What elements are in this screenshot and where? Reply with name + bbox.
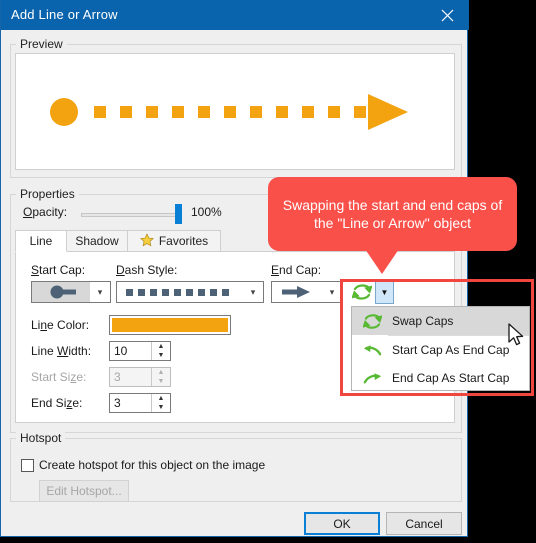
swap-caps-icon — [352, 312, 392, 331]
opacity-label: Opacity: — [23, 205, 68, 219]
preview-line-shape — [50, 94, 408, 130]
callout-tail — [365, 249, 399, 274]
create-hotspot-label[interactable]: Create hotspot for this object on the im… — [39, 458, 265, 472]
spin-down-icon: ▼ — [157, 378, 165, 385]
end-size-value[interactable]: 3 — [110, 394, 151, 412]
spin-up-icon[interactable]: ▲ — [152, 342, 170, 351]
start-cap-combo[interactable]: ▾ — [31, 281, 111, 303]
line-width-label: Line Width: — [31, 344, 92, 358]
line-width-stepper[interactable]: 10 ▲ ▼ — [109, 341, 171, 361]
create-hotspot-checkbox[interactable] — [21, 459, 34, 472]
spin-down-icon[interactable]: ▼ — [152, 403, 170, 412]
dash-style-combo[interactable]: ▾ — [116, 281, 264, 303]
start-size-value: 3 — [114, 370, 121, 384]
preview-canvas — [15, 53, 455, 170]
opacity-slider-thumb[interactable] — [175, 204, 182, 224]
end-size-spin-buttons[interactable]: ▲ ▼ — [151, 394, 170, 412]
start-size-label: Start Size: — [31, 370, 87, 384]
line-color-field[interactable] — [109, 315, 231, 335]
arrow-cap-icon — [272, 282, 322, 302]
end-cap-label: End Cap: — [271, 263, 322, 277]
close-icon[interactable] — [425, 0, 469, 30]
tab-favorites[interactable]: Favorites — [127, 230, 221, 252]
opacity-value: 100% — [191, 205, 222, 219]
end-size-label: End Size: — [31, 396, 83, 410]
swap-caps-menu[interactable]: Swap Caps Start Cap As End Cap End Cap A… — [351, 306, 530, 391]
tab-shadow-label: Shadow — [75, 234, 119, 248]
line-width-value[interactable]: 10 — [110, 342, 151, 360]
start-size-spin-buttons: ▲ ▼ — [151, 368, 170, 386]
edit-hotspot-button: Edit Hotspot... — [39, 480, 129, 502]
spin-up-icon: ▲ — [157, 369, 165, 376]
arrow-right-icon — [352, 369, 392, 388]
preview-group-label: Preview — [16, 37, 67, 51]
menu-item-end-cap-as-start-cap[interactable]: End Cap As Start Cap — [352, 364, 529, 392]
tab-shadow[interactable]: Shadow — [66, 230, 128, 252]
tab-line-label: Line — [29, 234, 53, 248]
ok-button[interactable]: OK — [304, 512, 380, 535]
line-color-swatch[interactable] — [112, 318, 228, 332]
swap-caps-icon[interactable] — [349, 280, 375, 304]
chevron-down-icon[interactable]: ▾ — [322, 282, 342, 302]
arrow-left-icon — [352, 341, 392, 360]
mouse-cursor — [508, 323, 526, 352]
spin-down-icon[interactable]: ▼ — [152, 351, 170, 360]
round-cap-icon — [32, 282, 90, 302]
end-cap-combo[interactable]: ▾ — [271, 281, 343, 303]
line-color-label: Line Color: — [31, 318, 90, 332]
start-cap-label: Start Cap: — [31, 263, 86, 277]
swap-caps-split-button[interactable]: ▼ — [349, 280, 397, 304]
menu-item-end-cap-as-start-cap-label: End Cap As Start Cap — [392, 371, 510, 385]
callout-tooltip: Swapping the start and end caps of the "… — [268, 177, 517, 251]
dialog-titlebar: Add Line or Arrow — [1, 0, 469, 30]
menu-item-start-cap-as-end-cap-label: Start Cap As End Cap — [392, 343, 510, 357]
menu-item-swap-caps-label: Swap Caps — [392, 314, 454, 328]
opacity-slider[interactable] — [81, 213, 181, 217]
chevron-down-icon[interactable]: ▾ — [243, 282, 263, 302]
start-size-stepper: 3 ▲ ▼ — [109, 367, 171, 387]
line-width-spin-buttons[interactable]: ▲ ▼ — [151, 342, 170, 360]
menu-item-swap-caps[interactable]: Swap Caps — [352, 307, 529, 335]
dialog-title: Add Line or Arrow — [11, 7, 118, 22]
tab-favorites-label: Favorites — [158, 234, 209, 248]
spin-up-icon[interactable]: ▲ — [152, 394, 170, 403]
star-icon — [139, 232, 154, 250]
square-dot-dash-icon — [117, 282, 243, 302]
dash-style-label: Dash Style: — [116, 263, 178, 277]
menu-item-start-cap-as-end-cap[interactable]: Start Cap As End Cap — [352, 336, 529, 364]
cancel-button[interactable]: Cancel — [386, 512, 462, 535]
chevron-down-icon[interactable]: ▾ — [90, 282, 110, 302]
tab-line[interactable]: Line — [15, 230, 67, 252]
properties-group-label: Properties — [16, 187, 79, 201]
end-size-stepper[interactable]: 3 ▲ ▼ — [109, 393, 171, 413]
hotspot-group-label: Hotspot — [16, 431, 66, 445]
swap-caps-dropdown-button[interactable]: ▼ — [375, 280, 394, 304]
